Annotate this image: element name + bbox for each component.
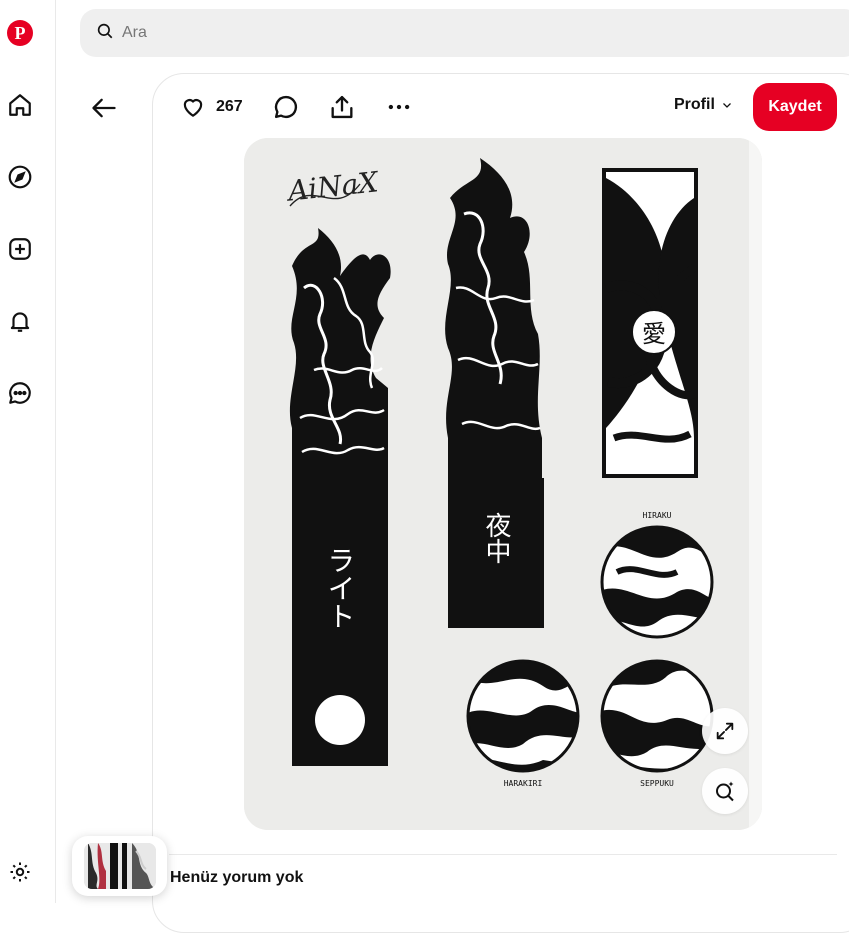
left-flame-bar: ライト bbox=[289, 228, 391, 766]
pin-image[interactable]: AiNaX ライト 夜中 愛 HIRAKU HARAKIRI SEPPUKU bbox=[244, 138, 762, 830]
settings-gear-icon[interactable] bbox=[0, 852, 40, 892]
explore-compass-icon[interactable] bbox=[0, 157, 40, 197]
more-options-button[interactable] bbox=[386, 92, 412, 122]
expand-arrows-icon bbox=[716, 722, 734, 740]
visual-search-button[interactable] bbox=[702, 768, 748, 814]
create-plus-icon[interactable] bbox=[0, 229, 40, 269]
profile-dropdown[interactable]: Profil bbox=[674, 96, 733, 114]
search-bar[interactable] bbox=[80, 9, 849, 57]
panel-glyph: 愛 bbox=[642, 320, 666, 348]
share-icon bbox=[331, 95, 353, 119]
more-dots-icon bbox=[388, 104, 410, 110]
no-comments-text: Henüz yorum yok bbox=[170, 869, 304, 886]
notifications-bell-icon[interactable] bbox=[0, 301, 40, 341]
comments-divider bbox=[169, 854, 837, 855]
thumbnail-image bbox=[83, 843, 156, 889]
share-button[interactable] bbox=[328, 92, 356, 122]
pin-toolbar: 267 Profil Kaydet bbox=[153, 74, 849, 140]
pin-card: 267 Profil Kaydet AiNaX ライト 夜中 愛 HIRAKU … bbox=[152, 73, 849, 933]
visual-search-icon bbox=[716, 781, 734, 802]
expand-image-button[interactable] bbox=[702, 708, 748, 754]
search-input[interactable] bbox=[122, 24, 722, 42]
save-button[interactable]: Kaydet bbox=[753, 83, 837, 131]
circle-label-harakiri: HARAKIRI bbox=[504, 779, 543, 788]
back-arrow-icon[interactable] bbox=[84, 88, 124, 128]
chevron-down-icon bbox=[722, 103, 731, 108]
circle-label-seppuku: SEPPUKU bbox=[640, 779, 674, 788]
left-sidebar: P bbox=[0, 0, 56, 903]
profile-label: Profil bbox=[674, 96, 715, 113]
comment-icon bbox=[274, 95, 298, 119]
like-count: 267 bbox=[216, 98, 243, 115]
pinterest-logo-icon[interactable]: P bbox=[7, 20, 33, 46]
bar-left-text: ライト bbox=[324, 546, 357, 630]
comment-button[interactable] bbox=[272, 92, 300, 122]
circle-label-hiraku: HIRAKU bbox=[643, 511, 672, 520]
swirl-panel: 愛 bbox=[602, 168, 698, 478]
like-button[interactable]: 267 bbox=[180, 92, 243, 122]
bar-middle-text: 夜中 bbox=[481, 512, 511, 564]
middle-flame-bar: 夜中 bbox=[445, 158, 544, 628]
messages-icon[interactable] bbox=[0, 373, 40, 413]
home-icon[interactable] bbox=[0, 85, 40, 125]
search-icon bbox=[96, 22, 114, 45]
heart-icon bbox=[183, 99, 203, 117]
pin-thumbnail-preview[interactable] bbox=[72, 836, 167, 896]
